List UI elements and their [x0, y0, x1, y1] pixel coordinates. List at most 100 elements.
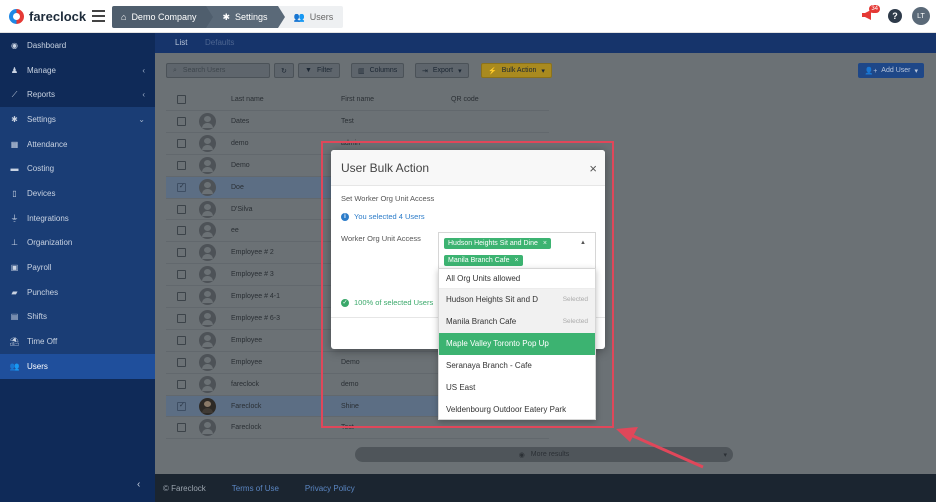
filter-button[interactable]: ▼ Filter: [298, 63, 340, 78]
fareclock-logo[interactable]: fareclock: [9, 9, 86, 24]
row-checkbox[interactable]: [177, 270, 186, 280]
tab-list[interactable]: List: [175, 38, 187, 47]
search-input[interactable]: ⌕ Search Users: [166, 63, 270, 78]
users-icon: 👥: [9, 361, 20, 371]
sidebar-item-label: Attendance: [27, 139, 68, 149]
privacy-link[interactable]: Privacy Policy: [305, 484, 355, 493]
row-checkbox[interactable]: [177, 357, 186, 367]
add-user-label: Add User: [881, 67, 911, 74]
punch-icon: ▰: [11, 287, 18, 297]
refresh-button[interactable]: ↻: [274, 63, 294, 78]
sidebar-item-label: Costing: [27, 164, 55, 174]
sidebar-item-shifts[interactable]: ▤ Shifts: [0, 304, 155, 330]
sidebar-item-dashboard[interactable]: ◉ Dashboard: [0, 33, 155, 58]
chevron-left-icon: ‹: [142, 65, 145, 75]
plug-icon: ⏚: [10, 213, 19, 223]
header-first-name[interactable]: First name: [341, 96, 374, 103]
row-checkbox[interactable]: [177, 313, 186, 323]
cell-last-name: Employee # 3: [231, 271, 274, 279]
sidebar-item-attendance[interactable]: ▦ Attendance: [0, 131, 155, 157]
export-button[interactable]: ⇥ Export ▾: [415, 63, 469, 78]
sidebar-item-integrations[interactable]: ⏚ Integrations: [0, 205, 155, 231]
cell-last-name: Fareclock: [231, 402, 262, 410]
org-icon: ⊥: [11, 238, 18, 248]
sidebar-item-organization[interactable]: ⊥ Organization: [0, 230, 155, 256]
breadcrumb-separator: [206, 6, 214, 28]
footer-copyright: © Fareclock: [163, 483, 206, 493]
user-avatar[interactable]: LT: [912, 7, 930, 25]
row-checkbox[interactable]: [177, 292, 186, 302]
dashboard-icon: ◉: [11, 40, 18, 50]
table-row[interactable]: Dates Test: [166, 111, 549, 133]
row-checkbox[interactable]: [177, 116, 186, 126]
breadcrumb-demo-company[interactable]: ⌂ Demo Company: [112, 6, 207, 28]
sidebar-item-label: Punches: [27, 287, 59, 297]
export-label: Export: [432, 67, 454, 74]
breadcrumb-label: Users: [309, 12, 334, 22]
brand-name: fareclock: [29, 9, 87, 24]
select-all-checkbox[interactable]: [177, 95, 186, 104]
chevron-circle-icon: ◉: [518, 451, 525, 459]
sidebar-collapse-icon[interactable]: ‹: [137, 479, 140, 490]
add-user-icon: 👤+: [864, 67, 878, 75]
chevron-down-icon: ▾: [541, 67, 545, 75]
row-checkbox[interactable]: [177, 182, 186, 192]
sidebar-item-costing[interactable]: ▬ Costing: [0, 156, 155, 182]
sidebar-item-punches[interactable]: ▰ Punches: [0, 279, 155, 305]
chevron-left-icon: ‹: [142, 90, 145, 100]
row-checkbox[interactable]: [177, 138, 186, 148]
beach-icon: ⛱: [9, 337, 20, 347]
search-icon: ⌕: [173, 66, 177, 74]
sidebar-item-settings[interactable]: ✱ Settings ⌄: [0, 107, 155, 132]
cell-last-name: Fareclock: [231, 424, 262, 432]
footer: © Fareclock Terms of Use Privacy Policy: [155, 474, 936, 502]
sidebar-item-manage[interactable]: ♟ Manage ‹: [0, 58, 155, 83]
row-checkbox[interactable]: [177, 379, 186, 389]
header-last-name[interactable]: Last name: [231, 96, 264, 103]
notifications-button[interactable]: 34: [860, 5, 880, 25]
row-checkbox[interactable]: [177, 248, 186, 258]
sidebar-item-label: Devices: [27, 188, 56, 198]
terms-link[interactable]: Terms of Use: [232, 484, 279, 493]
row-checkbox[interactable]: [177, 226, 186, 236]
cell-last-name: Employee # 6-3: [231, 314, 281, 322]
row-checkbox[interactable]: [177, 160, 186, 170]
sidebar-item-label: Time Off: [27, 337, 58, 347]
sidebar-item-label: Reports: [27, 90, 56, 100]
header-qr-code[interactable]: QR code: [451, 96, 479, 103]
gear-icon: ✱: [222, 11, 231, 22]
table-header: Last name First name QR code: [166, 89, 549, 111]
annotation-arrow-icon: [616, 427, 704, 469]
cell-last-name: Employee # 2: [231, 249, 274, 257]
sidebar-item-reports[interactable]: ⟋ Reports ‹: [0, 82, 155, 107]
row-checkbox[interactable]: [177, 204, 186, 214]
row-checkbox[interactable]: [177, 401, 186, 411]
sidebar-item-payroll[interactable]: ▣ Payroll: [0, 255, 155, 280]
bulk-action-button[interactable]: ⚡ Bulk Action ▾: [481, 63, 552, 78]
hamburger-menu-icon[interactable]: [92, 10, 105, 22]
user-avatar: [199, 397, 216, 415]
row-checkbox[interactable]: [177, 423, 186, 433]
costing-icon: ▬: [10, 164, 19, 174]
user-avatar: [199, 309, 216, 327]
cell-last-name: Employee: [231, 336, 263, 344]
sidebar-item-time-off[interactable]: ⛱ Time Off: [0, 329, 155, 354]
user-avatar: [199, 134, 216, 152]
sidebar-item-devices[interactable]: ▯ Devices: [0, 181, 155, 206]
columns-button[interactable]: ▥ Columns: [351, 63, 405, 78]
sidebar-item-users[interactable]: 👥 Users: [0, 353, 155, 379]
cell-last-name: D'Silva: [231, 205, 253, 213]
user-avatar: [199, 178, 216, 196]
sub-header: List Defaults: [155, 33, 936, 53]
row-checkbox[interactable]: [177, 335, 186, 345]
breadcrumb-settings[interactable]: ✱ Settings: [213, 6, 278, 28]
user-avatar: [199, 419, 216, 437]
cell-last-name: demo: [231, 139, 249, 147]
help-icon[interactable]: ?: [888, 9, 902, 23]
add-user-button[interactable]: 👤+ Add User ▾: [858, 63, 924, 78]
filter-icon: ▼: [305, 67, 312, 74]
sidebar: ◉ Dashboard ♟ Manage ‹ ⟋ Reports ‹ ✱ Settings ⌄…: [0, 33, 155, 502]
top-bar: fareclock ⌂ Demo Company ✱ Settings 👥 Us…: [0, 0, 936, 33]
tab-defaults[interactable]: Defaults: [205, 38, 234, 47]
sidebar-item-label: Users: [27, 361, 48, 371]
